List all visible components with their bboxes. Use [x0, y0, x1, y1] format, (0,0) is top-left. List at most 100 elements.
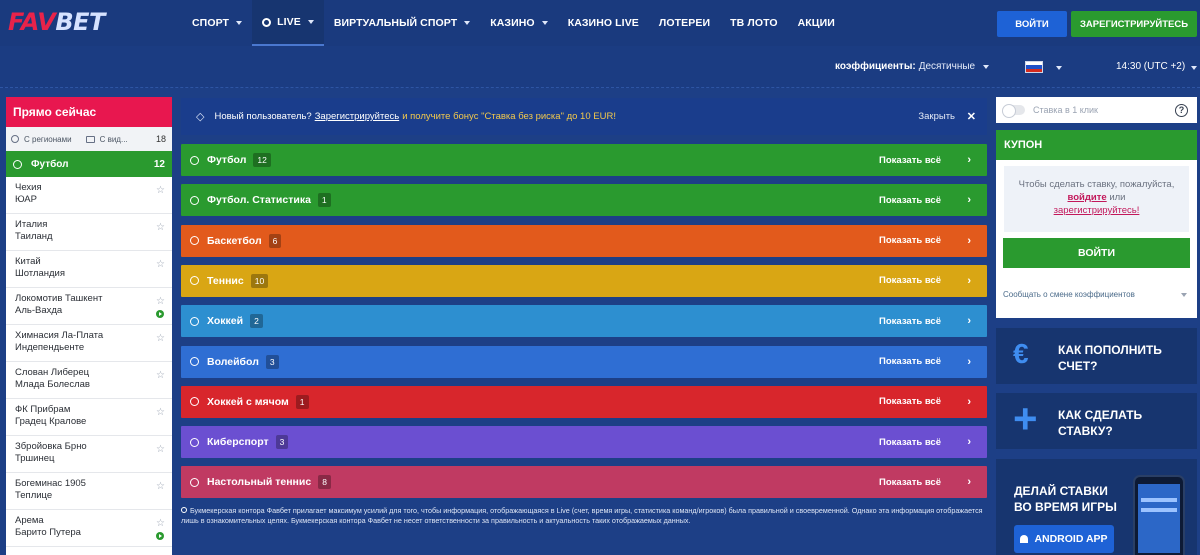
star-icon[interactable]: ☆ — [156, 444, 165, 456]
odds-format-select[interactable]: коэффициенты: Десятичные — [835, 61, 990, 72]
sport-icon — [190, 316, 199, 326]
show-all-link[interactable]: Показать всё — [879, 235, 941, 246]
show-all-link[interactable]: Показать всё — [879, 195, 941, 206]
help-icon[interactable]: ? — [1175, 103, 1188, 117]
bet-coupon: КУПОН Чтобы сделать ставку, пожалуйста, … — [996, 130, 1197, 318]
chevron-right-icon[interactable]: › — [967, 275, 971, 287]
sport-row[interactable]: Хоккей 2 Показать всё › — [181, 305, 987, 338]
nav-item-5[interactable]: ЛОТЕРЕИ — [649, 0, 720, 46]
chevron-right-icon[interactable]: › — [967, 356, 971, 368]
chevron-down-icon[interactable] — [1181, 293, 1187, 297]
match-row[interactable]: Слован Либерец Млада Болеслав ☆ — [6, 362, 172, 399]
nav-item-3[interactable]: КАЗИНО — [480, 0, 557, 46]
chevron-down-icon — [464, 21, 471, 25]
chevron-right-icon[interactable]: › — [967, 315, 971, 327]
match-row[interactable]: Чехия ЮАР ☆ — [6, 177, 172, 214]
sport-row[interactable]: Футбол. Статистика 1 Показать всё › — [181, 184, 987, 217]
show-all-link[interactable]: Показать всё — [879, 356, 941, 367]
nav-item-6[interactable]: ТВ ЛОТО — [720, 0, 787, 46]
sidebar-sport-football[interactable]: Футбол 12 — [6, 151, 172, 177]
star-icon[interactable]: ☆ — [156, 481, 165, 493]
nav-item-2[interactable]: ВИРТУАЛЬНЫЙ СПОРТ — [324, 0, 480, 46]
russian-flag-icon[interactable] — [1025, 61, 1043, 73]
star-icon[interactable]: ☆ — [156, 222, 165, 234]
event-count-badge: 6 — [268, 233, 282, 248]
new-user-banner: ◇ Новый пользователь? Зарегистрируйтесь … — [181, 98, 987, 135]
coupon-register-link[interactable]: зарегистрируйтесь! — [1054, 205, 1140, 216]
star-icon[interactable]: ☆ — [156, 407, 165, 419]
filter-count: 18 — [155, 134, 166, 144]
match-row[interactable]: ФК Прибрам Градец Кралове ☆ — [6, 399, 172, 436]
filter-video[interactable]: С вид... — [85, 135, 128, 144]
event-count-badge: 1 — [295, 394, 309, 409]
euro-icon: € — [1013, 338, 1029, 369]
chevron-right-icon[interactable]: › — [967, 396, 971, 408]
show-all-link[interactable]: Показать всё — [879, 275, 941, 286]
chevron-down-icon — [983, 65, 990, 69]
sport-row[interactable]: Футбол 12 Показать всё › — [181, 144, 987, 176]
info-icon — [181, 507, 187, 513]
sport-row[interactable]: Киберспорт 3 Показать всё › — [181, 426, 987, 459]
match-row[interactable]: Богеминас 1905 Теплице ☆ — [6, 473, 172, 510]
live-now-sidebar: Прямо сейчас С регионами С вид... 18 Фут… — [6, 97, 172, 555]
chevron-right-icon[interactable]: › — [967, 476, 971, 488]
promo-how-to-bet[interactable]: + КАК СДЕЛАТЬ СТАВКУ? — [996, 393, 1197, 449]
settings-bar — [0, 46, 1200, 88]
login-button[interactable]: ВОЙТИ — [997, 11, 1067, 37]
football-icon — [13, 159, 22, 169]
favbet-logo[interactable]: FAVBET — [8, 8, 105, 36]
register-button[interactable]: ЗАРЕГИСТРИРУЙТЕСЬ — [1071, 11, 1197, 37]
sport-row[interactable]: Теннис 10 Показать всё › — [181, 264, 987, 297]
event-count-badge: 10 — [250, 273, 269, 288]
show-all-link[interactable]: Показать всё — [879, 477, 941, 488]
sport-row[interactable]: Баскетбол 6 Показать всё › — [181, 224, 987, 257]
match-row[interactable]: Локомотив Ташкент Аль-Вахда ☆ — [6, 288, 172, 325]
nav-item-7[interactable]: АКЦИИ — [788, 0, 845, 46]
sport-row[interactable]: Настольный теннис 8 Показать всё › — [181, 466, 987, 499]
sport-icon — [190, 276, 199, 286]
nav-item-1[interactable]: LIVE — [252, 0, 324, 46]
banner-register-link[interactable]: Зарегистрируйтесь — [315, 111, 400, 122]
coupon-login-button[interactable]: ВОЙТИ — [1003, 238, 1190, 268]
chevron-right-icon[interactable]: › — [967, 194, 971, 206]
one-click-toggle[interactable] — [1002, 104, 1025, 118]
time-display[interactable]: 14:30 (UTC +2) — [1116, 61, 1185, 72]
promo-deposit[interactable]: € КАК ПОПОЛНИТЬ СЧЕТ? — [996, 328, 1197, 384]
match-row[interactable]: Арема Барито Путера ☆ — [6, 510, 172, 547]
chevron-right-icon[interactable]: › — [967, 235, 971, 247]
match-row[interactable]: Китай Шотландия ☆ — [6, 251, 172, 288]
match-row[interactable]: Збройовка Брно Тршинец ☆ — [6, 436, 172, 473]
chevron-right-icon[interactable]: › — [967, 154, 971, 166]
sport-row[interactable]: Хоккей с мячом 1 Показать всё › — [181, 385, 987, 418]
show-all-link[interactable]: Показать всё — [879, 437, 941, 448]
star-icon[interactable]: ☆ — [156, 296, 165, 308]
match-row[interactable]: Химнасия Ла-Плата Индепендьенте ☆ — [6, 325, 172, 362]
sport-icon — [190, 437, 199, 447]
chevron-down-icon[interactable] — [1191, 66, 1197, 70]
banner-close-link[interactable]: Закрыть — [918, 111, 955, 122]
sport-row[interactable]: Волейбол 3 Показать всё › — [181, 345, 987, 378]
sport-icon — [190, 397, 199, 407]
show-all-link[interactable]: Показать всё — [879, 316, 941, 327]
android-app-button[interactable]: ANDROID APP — [1014, 525, 1114, 553]
star-icon[interactable]: ☆ — [156, 333, 165, 345]
star-icon[interactable]: ☆ — [156, 370, 165, 382]
show-all-link[interactable]: Показать всё — [879, 155, 941, 166]
chevron-right-icon[interactable]: › — [967, 436, 971, 448]
filter-regions[interactable]: С регионами — [11, 135, 72, 144]
main-nav: СПОРТ LIVE ВИРТУАЛЬНЫЙ СПОРТ КАЗИНО КАЗИНО L… — [182, 0, 845, 46]
live-video-icon[interactable] — [156, 310, 164, 318]
nav-item-0[interactable]: СПОРТ — [182, 0, 252, 46]
chevron-down-icon[interactable] — [1056, 66, 1062, 70]
show-all-link[interactable]: Показать всё — [879, 396, 941, 407]
star-icon[interactable]: ☆ — [156, 518, 165, 530]
match-row[interactable]: Италия Таиланд ☆ — [6, 214, 172, 251]
star-icon[interactable]: ☆ — [156, 259, 165, 271]
star-icon[interactable]: ☆ — [156, 185, 165, 197]
coupon-title: КУПОН — [996, 130, 1197, 160]
close-icon[interactable]: ✕ — [967, 110, 976, 123]
live-video-icon[interactable] — [156, 532, 164, 540]
nav-item-4[interactable]: КАЗИНО LIVE — [558, 0, 649, 46]
odds-change-select[interactable]: Сообщать о смене коэффициентов — [1003, 290, 1135, 299]
coupon-login-link[interactable]: войдите — [1068, 192, 1107, 203]
